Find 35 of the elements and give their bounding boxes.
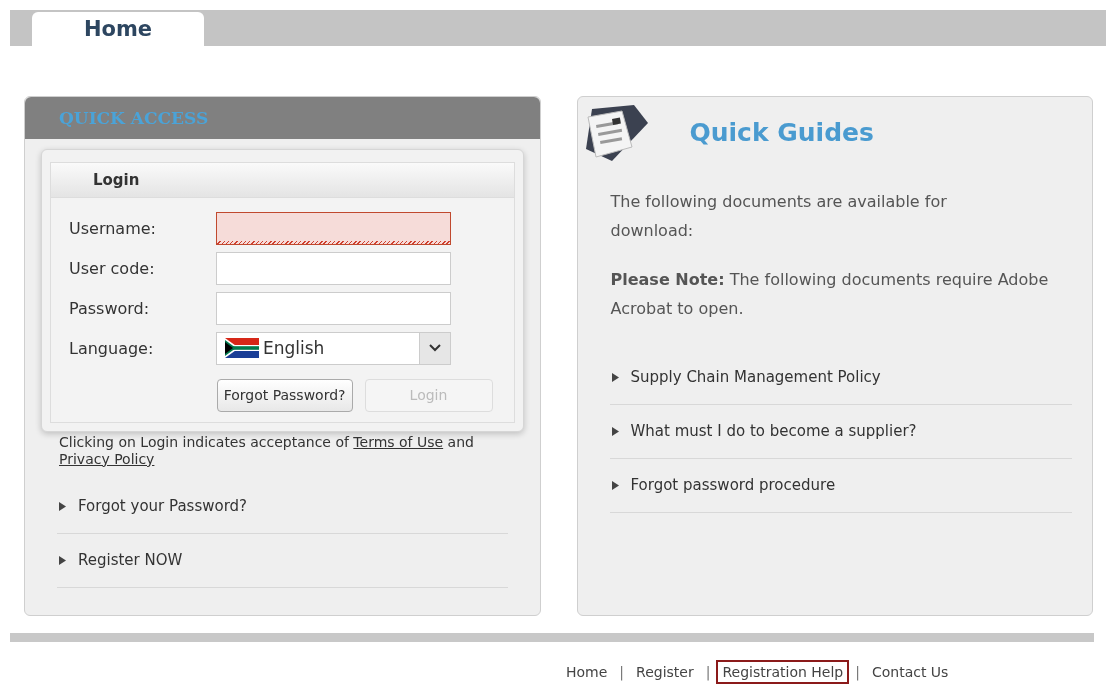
field-label: Password:: [69, 298, 151, 318]
field-label: User code:: [69, 258, 156, 278]
footer-link[interactable]: Contact Us: [865, 660, 955, 684]
panel-title: Quick Guides: [689, 118, 874, 148]
login-title: Login: [93, 170, 140, 189]
separator: |: [619, 664, 625, 680]
document-link[interactable]: Supply Chain Management Policy: [630, 368, 881, 387]
document-link[interactable]: What must I do to become a supplier?: [630, 422, 917, 441]
bullet-icon: [611, 480, 619, 490]
bullet-icon: [59, 555, 66, 565]
field-label: Language:: [69, 338, 155, 358]
terms-link[interactable]: Terms of Use: [353, 433, 444, 450]
forgot-password-button[interactable]: Forgot Password?: [216, 378, 353, 412]
panel-link[interactable]: Forgot your Password?: [78, 497, 248, 516]
footer-link[interactable]: Home: [560, 660, 614, 684]
home-tab[interactable]: Home: [32, 11, 204, 46]
field-label: Username:: [69, 218, 157, 238]
bullet-icon: [611, 426, 619, 436]
input-field[interactable]: [216, 211, 451, 245]
separator: |: [855, 664, 860, 680]
panel-link[interactable]: Register NOW: [78, 551, 183, 570]
separator: |: [705, 664, 711, 680]
flag-icon: [225, 338, 259, 359]
document-link[interactable]: Forgot password procedure: [630, 476, 836, 495]
privacy-link[interactable]: Privacy Policy: [59, 450, 155, 467]
language-select[interactable]: English: [216, 331, 451, 365]
footer-link[interactable]: Register: [630, 660, 700, 684]
note-text: Please Note: The following documents require Adobe Acrobat to open.: [610, 268, 1050, 320]
footer-link[interactable]: Registration Help: [716, 660, 850, 684]
terms-notice: Clicking on Login indicates acceptance of Terms of Use and Privacy Policy: [59, 433, 475, 468]
chevron-down-icon: [429, 344, 441, 353]
bullet-icon: [59, 501, 66, 511]
bullet-icon: [611, 372, 619, 382]
panel-title: QUICK ACCESS: [59, 107, 209, 128]
intro-text: The following documents are available for download:: [610, 190, 948, 242]
